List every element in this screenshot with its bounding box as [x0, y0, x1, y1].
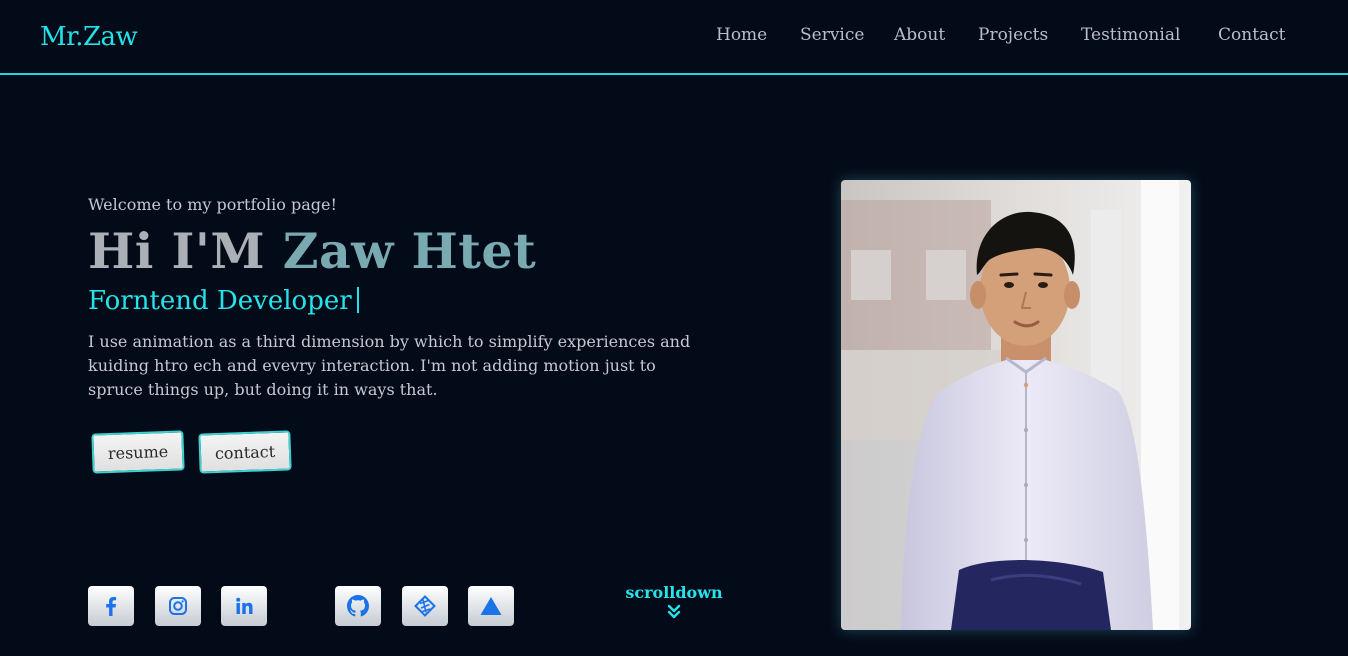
- github-link[interactable]: [335, 586, 381, 626]
- vercel-icon: [480, 597, 502, 615]
- hero-greeting: Hi I'M: [88, 222, 266, 280]
- nav-links: Home Service About Projects Testimonial …: [0, 25, 1348, 49]
- hero-role: Forntend Developer: [88, 286, 359, 316]
- hero-headline: Hi I'M Zaw Htet: [88, 222, 536, 280]
- linkedin-icon: [236, 597, 253, 614]
- contact-button[interactable]: contact: [198, 430, 292, 474]
- instagram-link[interactable]: [155, 586, 201, 626]
- netlify-link[interactable]: [402, 586, 448, 626]
- linkedin-link[interactable]: [221, 586, 267, 626]
- facebook-icon: [106, 597, 117, 616]
- typing-caret: [356, 287, 359, 313]
- vercel-link[interactable]: [468, 586, 514, 626]
- welcome-text: Welcome to my portfolio page!: [88, 195, 337, 214]
- profile-portrait-illustration: [841, 180, 1191, 630]
- resume-button[interactable]: resume: [91, 430, 185, 474]
- top-navbar: Mr.Zaw Home Service About Projects Testi…: [0, 0, 1348, 75]
- profile-photo: [841, 180, 1191, 630]
- hero-bio: I use animation as a third dimension by …: [88, 332, 691, 399]
- netlify-icon: [414, 595, 436, 617]
- scrolldown-link[interactable]: scrolldown: [620, 583, 728, 620]
- nav-service[interactable]: Service: [800, 25, 864, 45]
- nav-about[interactable]: About: [894, 25, 945, 45]
- nav-contact[interactable]: Contact: [1218, 25, 1286, 45]
- nav-home[interactable]: Home: [716, 25, 767, 45]
- hero-name: Zaw Htet: [282, 222, 537, 280]
- github-icon: [347, 595, 369, 617]
- scrolldown-label: scrolldown: [625, 583, 723, 602]
- facebook-link[interactable]: [88, 586, 134, 626]
- hero-role-text: Forntend Developer: [88, 286, 352, 316]
- nav-testimonial[interactable]: Testimonial: [1081, 25, 1180, 45]
- instagram-icon: [169, 597, 187, 615]
- double-chevron-down-icon: [667, 604, 681, 619]
- nav-projects[interactable]: Projects: [978, 25, 1048, 45]
